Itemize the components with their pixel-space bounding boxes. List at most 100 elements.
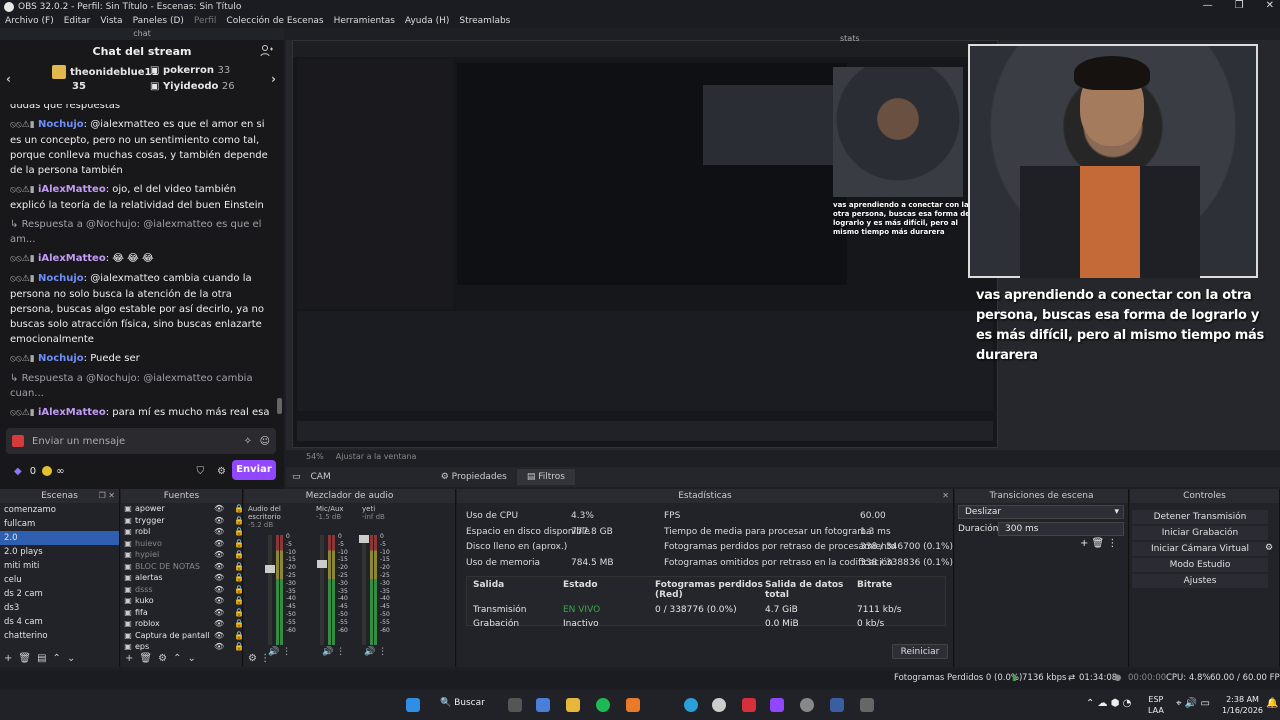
source-item[interactable]: ▣ roblox 👁 🔒 [121, 618, 244, 630]
send-button[interactable]: Enviar [232, 460, 276, 480]
menu-editar[interactable]: Editar [59, 14, 96, 28]
visibility-icon[interactable]: 👁 [214, 549, 234, 561]
transition-select[interactable]: Deslizar ▾ [958, 505, 1124, 519]
source-item[interactable]: ▣ alertas 👁 🔒 [121, 572, 244, 584]
visibility-icon[interactable]: 👁 [214, 618, 234, 630]
discord-icon[interactable] [770, 698, 784, 712]
emote-icon[interactable]: ✧ [244, 436, 252, 447]
lock-icon[interactable]: 🔒 [234, 526, 244, 538]
up-icon[interactable]: ⌃ [173, 653, 181, 664]
lock-icon[interactable]: 🔒 [234, 618, 244, 630]
chat-username[interactable]: iAlexMatteo [38, 184, 106, 195]
fader-knob[interactable] [317, 560, 327, 568]
visibility-icon[interactable]: 👁 [214, 561, 234, 573]
lock-icon[interactable]: 🔒 [234, 549, 244, 561]
clock[interactable]: 2:38 AM 1/16/2026 [1222, 694, 1263, 716]
task-view-icon[interactable] [508, 698, 522, 712]
source-item[interactable]: ▣ kuko 👁 🔒 [121, 595, 244, 607]
visibility-icon[interactable]: 👁 [214, 526, 234, 538]
scene-item[interactable]: miti miti [0, 559, 119, 573]
lock-icon[interactable]: 🔒 [234, 595, 244, 607]
scene-item[interactable]: ds 4 cam [0, 615, 119, 629]
add-icon[interactable]: + [125, 653, 133, 664]
chat-username[interactable]: iAlexMatteo [38, 407, 106, 418]
duration-input[interactable]: 300 ms [998, 522, 1124, 536]
gear-icon[interactable]: ⚙ [158, 653, 167, 664]
close-button[interactable]: ✕ [1266, 0, 1274, 11]
chatterino-icon[interactable] [830, 698, 844, 712]
chat-reply[interactable]: ↳ Respuesta a @Nochujo: @ialexmatteo es … [10, 217, 270, 247]
scene-item[interactable]: ds 2 cam [0, 587, 119, 601]
dock-buttons[interactable]: ❐ ✕ [99, 489, 115, 503]
source-item[interactable]: ▣ huievo 👁 🔒 [121, 538, 244, 550]
lock-icon[interactable]: 🔒 [234, 630, 244, 642]
restart-button[interactable]: Reiniciar [892, 644, 948, 659]
studio-mode-button[interactable]: Modo Estudio [1132, 558, 1268, 572]
preview-area[interactable]: vas aprendiendo a conectar con la otra p… [286, 34, 1280, 450]
lock-icon[interactable]: 🔒 [234, 607, 244, 619]
add-icon[interactable]: + [4, 653, 12, 664]
up-icon[interactable]: ⌃ [53, 653, 61, 664]
menu-perfil[interactable]: Perfil [189, 14, 222, 28]
edge-icon[interactable] [684, 698, 698, 712]
firefox-icon[interactable] [626, 698, 640, 712]
fit-window[interactable]: Ajustar a la ventana [336, 452, 417, 464]
volume-fader[interactable] [359, 535, 369, 645]
notifications-icon[interactable]: 🔔 [1266, 698, 1278, 709]
dock-close-button[interactable]: ✕ [942, 489, 949, 503]
down-icon[interactable]: ⌄ [187, 653, 195, 664]
source-item[interactable]: ▣ fifa 👁 🔒 [121, 607, 244, 619]
stop-stream-button[interactable]: Detener Transmisión [1132, 510, 1268, 524]
trash-icon[interactable]: 🗑 [139, 653, 152, 664]
menu-streamlabs[interactable]: Streamlabs [454, 14, 515, 28]
volume-fader[interactable] [265, 535, 275, 645]
channel-points-icon[interactable]: ◆ [14, 466, 22, 477]
source-item[interactable]: ▣ robl 👁 🔒 [121, 526, 244, 538]
chat-username[interactable]: Nochujo [38, 353, 84, 364]
visibility-icon[interactable]: 👁 [214, 584, 234, 596]
lock-icon[interactable]: 🔒 [234, 503, 244, 515]
scene-item[interactable]: 2.0 [0, 531, 119, 545]
smile-icon[interactable]: ☺ [260, 436, 270, 447]
language-indicator[interactable]: ESP LAA [1148, 694, 1164, 716]
gear-icon[interactable]: ⚙ [217, 466, 226, 477]
system-tray[interactable]: ⌖ 🔊 ▭ [1176, 698, 1210, 709]
spotify-icon[interactable] [596, 698, 610, 712]
start-recording-button[interactable]: Iniciar Grabación [1132, 526, 1268, 540]
scene-item[interactable]: chatterino [0, 629, 119, 643]
menu-herramientas[interactable]: Herramientas [329, 14, 400, 28]
gear-icon[interactable]: ⚙ [1265, 543, 1273, 553]
lock-icon[interactable]: 🔒 [234, 538, 244, 550]
app-icon[interactable] [742, 698, 756, 712]
shield-icon[interactable]: ⛉ [197, 466, 205, 477]
chat-username[interactable]: iAlexMatteo [38, 253, 106, 264]
visibility-icon[interactable]: 👁 [214, 538, 234, 550]
scene-item[interactable]: comenzamo [0, 503, 119, 517]
source-item[interactable]: ▣ trygger 👁 🔒 [121, 515, 244, 527]
source-item[interactable]: ▣ hypiel 👁 🔒 [121, 549, 244, 561]
app-icon[interactable] [860, 698, 874, 712]
tray-icons[interactable]: ⌃ ☁ ⬢ ◔ [1086, 698, 1131, 709]
lock-icon[interactable]: 🔒 [234, 572, 244, 584]
scene-item[interactable]: fullcam [0, 517, 119, 531]
menu-coleccion[interactable]: Colección de Escenas [221, 14, 328, 28]
menu-paneles[interactable]: Paneles (D) [128, 14, 189, 28]
settings-button[interactable]: Ajustes [1132, 574, 1268, 588]
windows-start-icon[interactable] [406, 698, 420, 712]
chat-username[interactable]: Nochujo [38, 273, 84, 284]
zoom-level[interactable]: 54% [306, 452, 324, 464]
lock-icon[interactable]: 🔒 [234, 584, 244, 596]
chat-username[interactable]: Nochujo [38, 119, 84, 130]
chat-reply[interactable]: ↳ Respuesta a @Nochujo: @ialexmatteo cam… [10, 371, 270, 401]
trash-icon[interactable]: 🗑 [18, 653, 31, 664]
file-explorer-icon[interactable] [566, 698, 580, 712]
steam-icon[interactable] [800, 698, 814, 712]
chevron-right-icon[interactable]: › [271, 72, 276, 86]
down-icon[interactable]: ⌄ [67, 653, 75, 664]
chat-scrollbar[interactable] [277, 398, 282, 414]
transition-actions[interactable]: + 🗑 ⋮ [1080, 538, 1117, 549]
scene-item[interactable]: celu [0, 573, 119, 587]
start-virtual-camera-button[interactable]: Iniciar Cámara Virtual [1132, 542, 1268, 556]
menu-ayuda[interactable]: Ayuda (H) [400, 14, 454, 28]
lock-icon[interactable]: 🔒 [234, 515, 244, 527]
